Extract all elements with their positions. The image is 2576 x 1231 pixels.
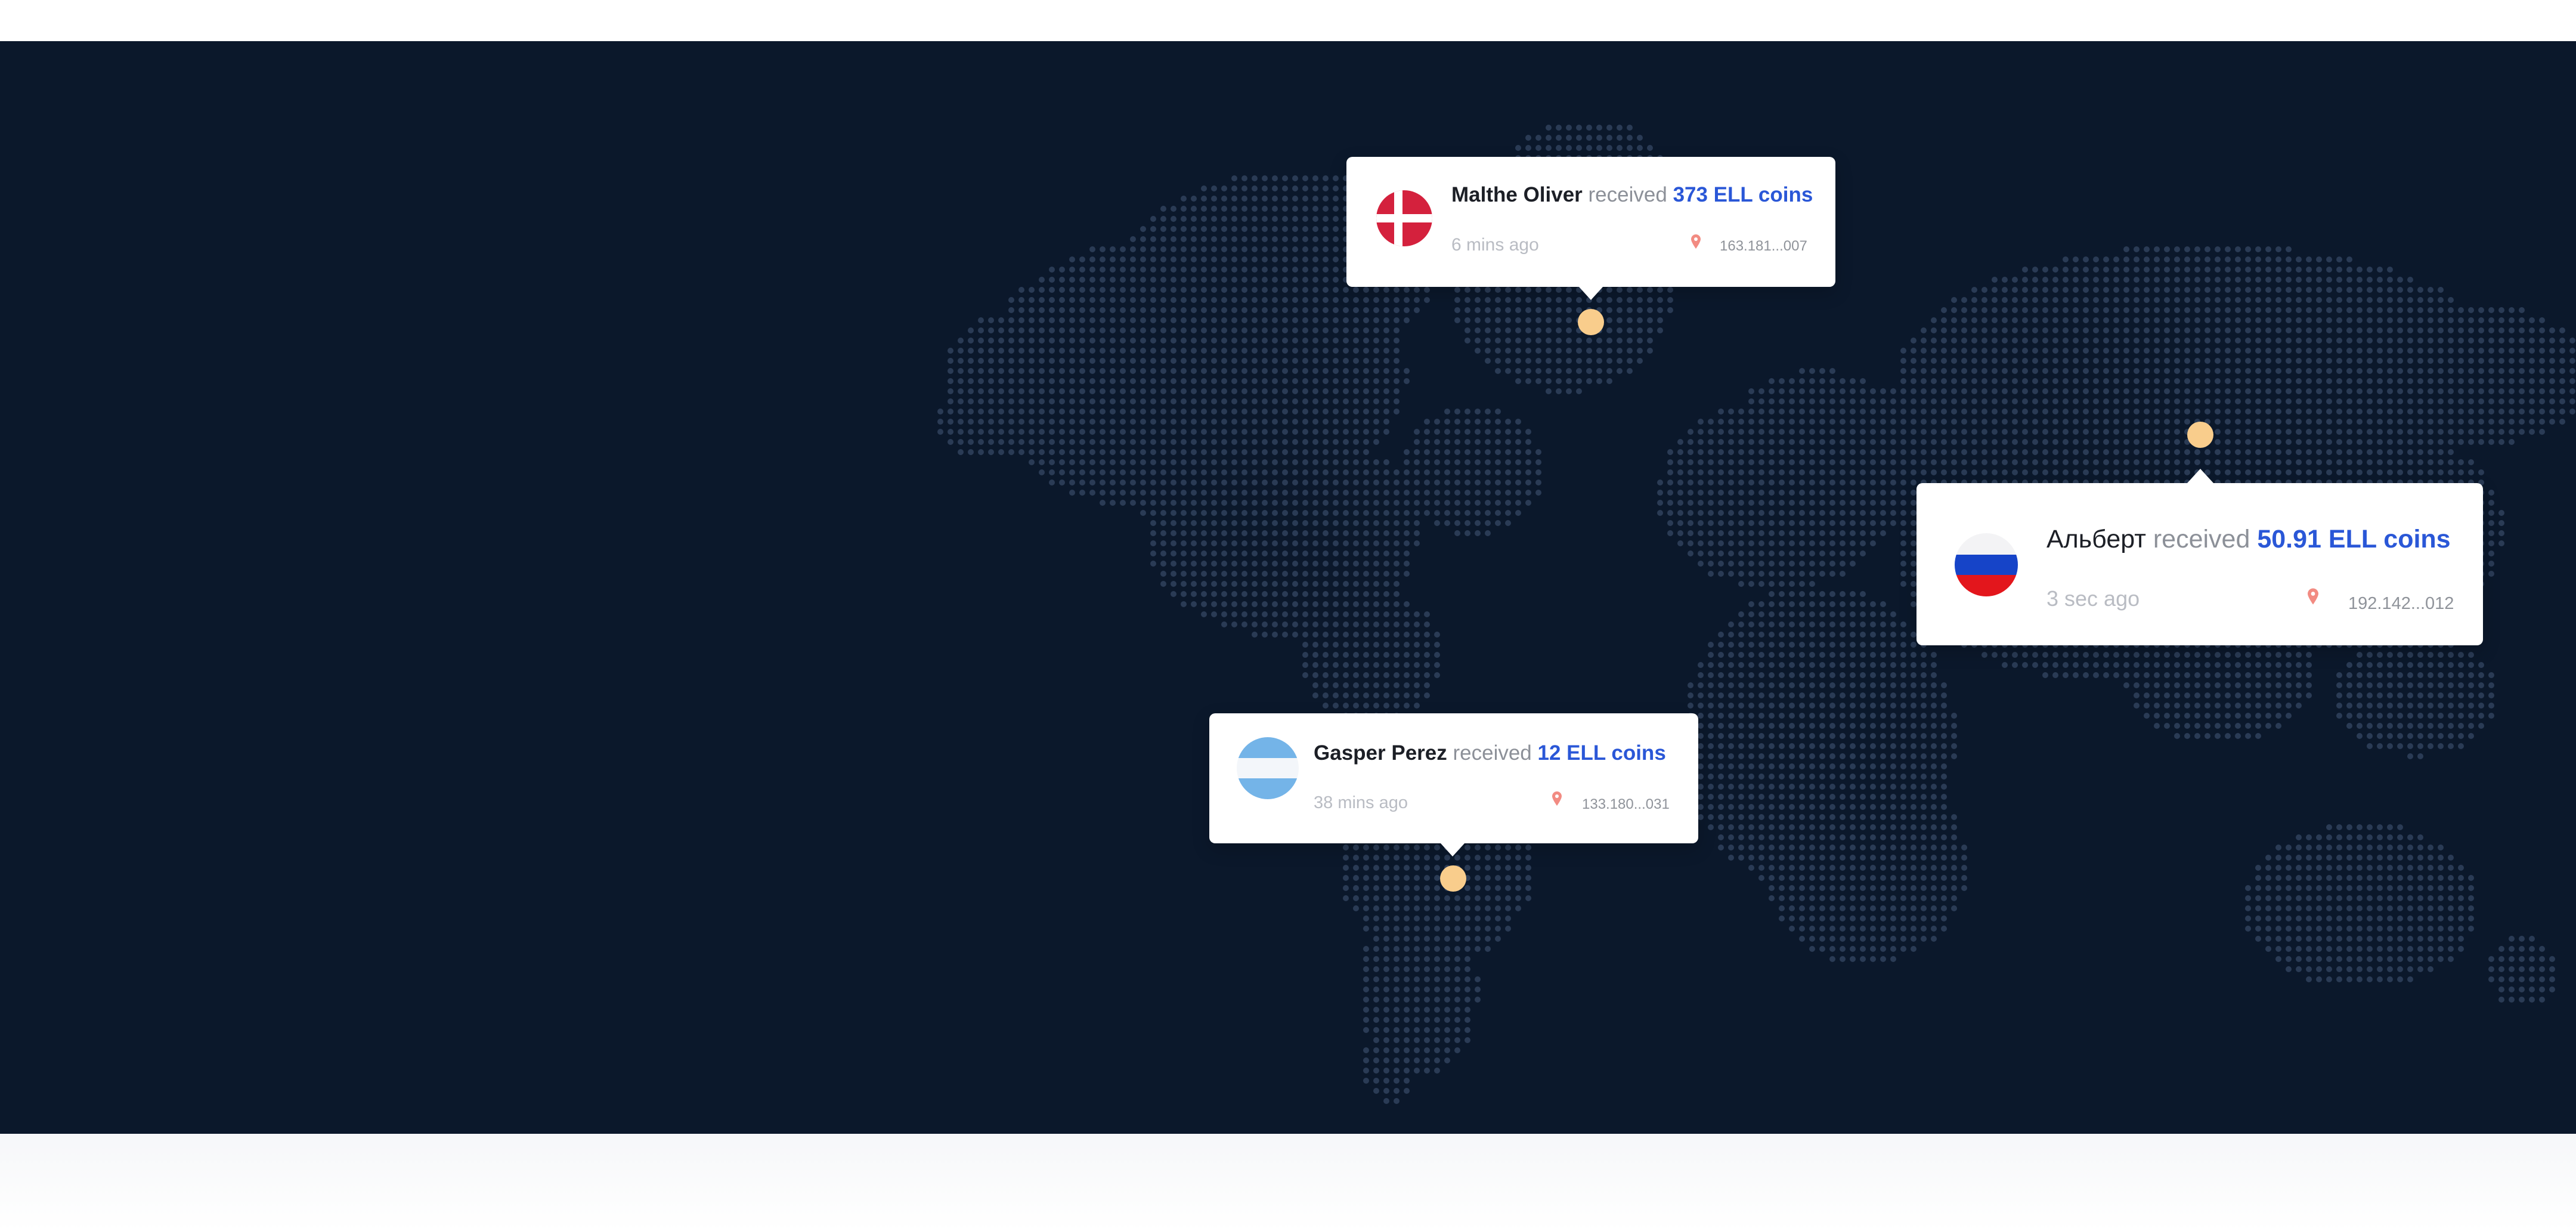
- map-pin-icon: [2308, 588, 2318, 605]
- location-pin-russia[interactable]: [2187, 422, 2213, 448]
- card-pointer: [1441, 843, 1465, 856]
- coin-amount: 373 ELL coins: [1673, 183, 1813, 206]
- map-pin-icon: [1552, 791, 1562, 806]
- denmark-flag-icon: [1376, 190, 1432, 246]
- notification-card-russia[interactable]: Альберт received 50.91 ELL coins 3 sec a…: [1916, 469, 2483, 645]
- card-pointer: [1579, 287, 1603, 300]
- notification-headline: Альберт received 50.91 ELL coins: [2046, 525, 2451, 554]
- location-pin-denmark[interactable]: [1578, 309, 1604, 335]
- received-label: received: [1588, 183, 1667, 206]
- recipient-name: Gasper Perez: [1314, 741, 1447, 765]
- timestamp: 6 mins ago: [1451, 235, 1539, 255]
- notification-card-denmark[interactable]: Malthe Oliver received 373 ELL coins 6 m…: [1346, 157, 1835, 300]
- map-pin-icon: [1691, 234, 1701, 249]
- ip-address: 133.180...031: [1582, 796, 1670, 812]
- argentina-flag-icon: [1237, 737, 1299, 799]
- ip-address: 192.142...012: [2348, 594, 2454, 613]
- page: Malthe Oliver received 373 ELL coins 6 m…: [0, 0, 2576, 1231]
- notification-headline: Gasper Perez received 12 ELL coins: [1314, 741, 1666, 765]
- ip-address: 163.181...007: [1720, 238, 1807, 254]
- received-label: received: [1453, 741, 1532, 765]
- received-label: received: [2153, 525, 2250, 553]
- recipient-name: Альберт: [2046, 525, 2146, 553]
- russia-flag-icon: [1955, 533, 2018, 596]
- bottom-area: [0, 1134, 2576, 1231]
- notification-card-argentina[interactable]: Gasper Perez received 12 ELL coins 38 mi…: [1209, 713, 1698, 856]
- world-map-panel: Malthe Oliver received 373 ELL coins 6 m…: [0, 41, 2576, 1134]
- location-pin-argentina[interactable]: [1440, 865, 1466, 892]
- recipient-name: Malthe Oliver: [1451, 183, 1583, 206]
- timestamp: 38 mins ago: [1314, 793, 1408, 812]
- card-pointer: [2187, 469, 2213, 483]
- coin-amount: 12 ELL coins: [1537, 741, 1666, 765]
- coin-amount: 50.91 ELL coins: [2257, 525, 2451, 553]
- timestamp: 3 sec ago: [2046, 586, 2140, 611]
- notification-headline: Malthe Oliver received 373 ELL coins: [1451, 183, 1813, 207]
